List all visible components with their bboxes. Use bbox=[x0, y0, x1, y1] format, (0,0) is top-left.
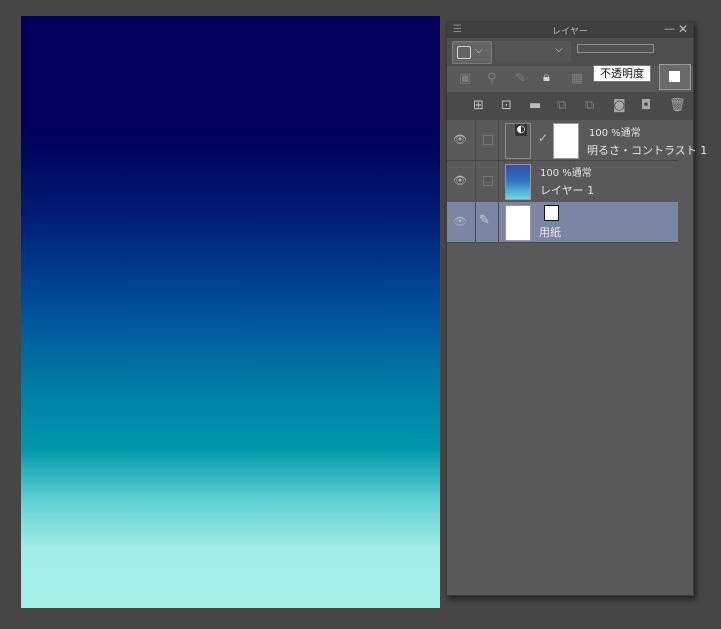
main-color-button[interactable] bbox=[659, 64, 691, 90]
clip-icon[interactable]: ▣ bbox=[459, 71, 471, 86]
layer-panel: ☰ レイヤー — ✕ ⌵ ⌵ ▣ ⚲ ✎ 🔒︎ ▦ 不透明度 ⊞ ⊡ ▬ ⧉ ⧉… bbox=[446, 21, 707, 596]
layer-name: レイヤー 1 bbox=[540, 184, 595, 197]
delete-icon[interactable]: 🗑︎ bbox=[669, 98, 686, 113]
pen-icon[interactable]: ✎ bbox=[479, 213, 490, 228]
reference-icon[interactable]: ⚲ bbox=[487, 71, 497, 86]
layer-property-bar: ⌵ ⌵ bbox=[447, 38, 693, 66]
lock-icon[interactable]: 🔒︎ bbox=[543, 70, 550, 85]
blend-mode-dropdown[interactable]: ⌵ bbox=[452, 41, 492, 64]
opacity-tooltip: 不透明度 bbox=[593, 65, 651, 82]
combine-down-icon[interactable]: ⧉ bbox=[585, 98, 594, 113]
apply-mask-icon[interactable]: ◘ bbox=[641, 98, 651, 113]
layer-mode-select[interactable]: ⌵ bbox=[495, 41, 571, 62]
paper-layer-icon bbox=[544, 205, 559, 221]
divider bbox=[498, 161, 499, 201]
layer-action-toolbar: ⊞ ⊡ ▬ ⧉ ⧉ ◙ ◘ 🗑︎ bbox=[447, 92, 693, 120]
layer-row[interactable]: 👁︎ ◐ ✓ 100 %通常 明るさ・コントラスト 1 bbox=[447, 120, 707, 160]
layer-name: 用紙 bbox=[539, 226, 561, 239]
eye-icon[interactable]: 👁︎ bbox=[453, 133, 467, 146]
divider bbox=[447, 242, 678, 243]
blend-swatch-icon bbox=[457, 46, 471, 59]
chevron-down-icon: ⌵ bbox=[555, 44, 563, 55]
layer-thumbnail bbox=[505, 164, 531, 200]
divider bbox=[475, 202, 476, 242]
eye-icon[interactable]: 👁︎ bbox=[453, 215, 467, 228]
layer-opacity-mode: 100 %通常 bbox=[589, 128, 641, 139]
divider bbox=[475, 120, 476, 160]
layer-checkbox[interactable] bbox=[483, 176, 493, 186]
main-color-swatch bbox=[669, 71, 680, 82]
transfer-down-icon[interactable]: ⧉ bbox=[557, 98, 566, 113]
panel-titlebar[interactable]: ☰ レイヤー — ✕ bbox=[447, 22, 693, 38]
layer-lock-toolbar: ▣ ⚲ ✎ 🔒︎ ▦ bbox=[447, 66, 693, 91]
chevron-down-icon: ⌵ bbox=[475, 45, 483, 56]
layer-row[interactable]: 👁︎ 100 %通常 レイヤー 1 bbox=[447, 161, 678, 201]
adjustment-thumbnail: ◐ bbox=[505, 123, 531, 159]
opacity-slider[interactable] bbox=[577, 44, 654, 53]
new-folder-icon[interactable]: ▬ bbox=[529, 98, 541, 113]
close-icon[interactable]: ✕ bbox=[678, 22, 688, 36]
drawing-canvas[interactable] bbox=[21, 16, 440, 608]
layer-name: 明るさ・コントラスト 1 bbox=[587, 144, 708, 157]
layer-opacity-mode: 100 %通常 bbox=[540, 168, 592, 179]
lock-transparent-icon[interactable]: ▦ bbox=[571, 71, 583, 86]
mask-link-check-icon: ✓ bbox=[538, 131, 549, 145]
minimize-icon[interactable]: — bbox=[664, 22, 675, 35]
new-vector-layer-icon[interactable]: ⊡ bbox=[501, 98, 512, 113]
layer-mask-thumbnail bbox=[553, 123, 579, 159]
divider bbox=[498, 202, 499, 242]
mask-icon[interactable]: ◙ bbox=[613, 98, 626, 113]
paper-thumbnail bbox=[505, 205, 531, 241]
layer-checkbox[interactable] bbox=[483, 135, 493, 145]
panel-title: レイヤー bbox=[552, 27, 588, 37]
layer-row-selected[interactable]: 👁︎ ✎ 用紙 bbox=[447, 202, 678, 242]
eye-icon[interactable]: 👁︎ bbox=[453, 174, 467, 187]
draft-icon[interactable]: ✎ bbox=[515, 71, 526, 86]
divider bbox=[475, 161, 476, 201]
divider bbox=[498, 120, 499, 160]
new-raster-layer-icon[interactable]: ⊞ bbox=[473, 98, 484, 113]
contrast-icon: ◐ bbox=[515, 124, 527, 136]
